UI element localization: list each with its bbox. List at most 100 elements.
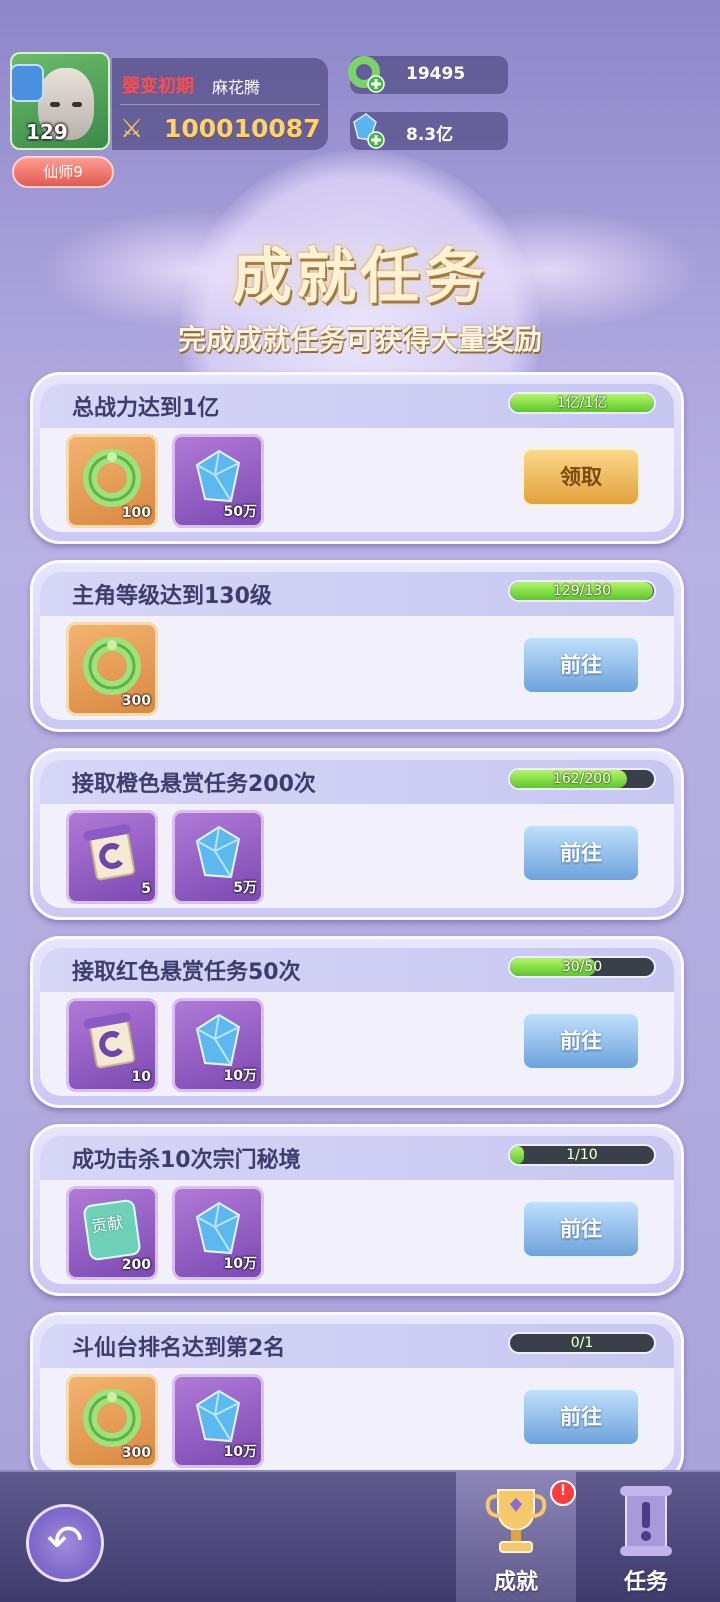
task-title: 接取橙色悬赏任务200次 bbox=[72, 772, 316, 797]
reward-item[interactable]: 50万 bbox=[172, 434, 264, 528]
reward-item[interactable]: 5 bbox=[66, 810, 158, 904]
task-card: 成功击杀10次宗门秘境 1/10 贡献 200 10万 前往 bbox=[30, 1124, 684, 1296]
player-realm: 婴变初期 bbox=[122, 76, 194, 97]
quest-scroll-icon bbox=[620, 1486, 672, 1556]
reward-count: 10 bbox=[131, 1069, 151, 1085]
gamepad-icon bbox=[12, 64, 44, 102]
player-info-panel: 婴变初期 麻花腾 ⚔ 100010087 bbox=[112, 58, 328, 150]
reward-count: 300 bbox=[121, 1445, 151, 1461]
avatar-eye bbox=[50, 102, 60, 107]
card-body: 成功击杀10次宗门秘境 1/10 贡献 200 10万 前往 bbox=[40, 1136, 674, 1284]
crystal-icon bbox=[353, 113, 385, 149]
progress-text: 1/10 bbox=[566, 1147, 598, 1163]
progress-text: 162/200 bbox=[552, 771, 612, 787]
reward-count: 10万 bbox=[223, 1068, 257, 1084]
scroll-icon bbox=[83, 1012, 136, 1069]
jade-ring-icon bbox=[83, 449, 141, 507]
task-title: 斗仙台排名达到第2名 bbox=[72, 1336, 286, 1361]
reward-count: 50万 bbox=[223, 504, 257, 520]
tab-achievements[interactable]: ! 成就 bbox=[456, 1472, 576, 1602]
task-progress-bar: 1亿/1亿 bbox=[508, 392, 656, 414]
reward-count: 200 bbox=[121, 1257, 151, 1273]
resource-value: 8.3亿 bbox=[406, 125, 454, 145]
tab-label: 成就 bbox=[493, 1570, 538, 1595]
task-title: 接取红色悬赏任务50次 bbox=[72, 960, 301, 985]
divider bbox=[120, 104, 320, 105]
page-subtitle: 完成成就任务可获得大量奖励 bbox=[177, 323, 542, 356]
go-button[interactable]: 前往 bbox=[522, 1012, 640, 1070]
reward-item[interactable]: 10 bbox=[66, 998, 158, 1092]
reward-count: 5万 bbox=[233, 880, 257, 896]
reward-item[interactable]: 300 bbox=[66, 1374, 158, 1468]
claim-button[interactable]: 领取 bbox=[522, 448, 640, 506]
task-progress-bar: 1/10 bbox=[508, 1144, 656, 1166]
card-header: 总战力达到1亿 1亿/1亿 bbox=[40, 384, 674, 428]
card-body: 斗仙台排名达到第2名 0/1 300 10万 前往 bbox=[40, 1324, 674, 1472]
resource-jade[interactable]: 19495 bbox=[348, 56, 508, 94]
notification-badge: ! bbox=[550, 1480, 576, 1506]
reward-item[interactable]: 100 bbox=[66, 434, 158, 528]
task-title: 总战力达到1亿 bbox=[72, 396, 220, 421]
jade-ring-icon bbox=[83, 637, 141, 695]
back-arrow-icon: ↶ bbox=[46, 1516, 84, 1567]
player-avatar[interactable]: 129 bbox=[10, 52, 110, 150]
reward-count: 5 bbox=[141, 881, 151, 897]
reward-item[interactable]: 贡献 200 bbox=[66, 1186, 158, 1280]
task-progress-bar: 162/200 bbox=[508, 768, 656, 790]
card-header: 斗仙台排名达到第2名 0/1 bbox=[40, 1324, 674, 1368]
tab-label: 任务 bbox=[623, 1570, 668, 1595]
card-header: 成功击杀10次宗门秘境 1/10 bbox=[40, 1136, 674, 1180]
jade-ring-icon bbox=[348, 56, 385, 93]
card-body: 主角等级达到130级 129/130 300 前往 bbox=[40, 572, 674, 720]
card-header: 接取橙色悬赏任务200次 162/200 bbox=[40, 760, 674, 804]
reward-item[interactable]: 10万 bbox=[172, 1374, 264, 1468]
jade-ring-icon bbox=[83, 1389, 141, 1447]
card-body: 接取红色悬赏任务50次 30/50 10 10万 前往 bbox=[40, 948, 674, 1096]
reward-count: 100 bbox=[121, 505, 151, 521]
player-title-badge[interactable]: 仙师9 bbox=[12, 156, 114, 188]
reward-count: 10万 bbox=[223, 1256, 257, 1272]
task-title: 成功击杀10次宗门秘境 bbox=[72, 1148, 301, 1173]
card-body: 总战力达到1亿 1亿/1亿 100 50万 领取 bbox=[40, 384, 674, 532]
reward-count: 10万 bbox=[223, 1444, 257, 1460]
task-card: 主角等级达到130级 129/130 300 前往 bbox=[30, 560, 684, 732]
task-progress-bar: 129/130 bbox=[508, 580, 656, 602]
task-progress-bar: 30/50 bbox=[508, 956, 656, 978]
player-name: 麻花腾 bbox=[212, 78, 261, 97]
go-button[interactable]: 前往 bbox=[522, 824, 640, 882]
scroll-icon bbox=[83, 824, 136, 881]
task-progress-bar: 0/1 bbox=[508, 1332, 656, 1354]
reward-item[interactable]: 10万 bbox=[172, 1186, 264, 1280]
task-card: 斗仙台排名达到第2名 0/1 300 10万 前往 bbox=[30, 1312, 684, 1484]
progress-text: 1亿/1亿 bbox=[556, 395, 608, 411]
progress-text: 30/50 bbox=[561, 959, 603, 975]
reward-item[interactable]: 10万 bbox=[172, 998, 264, 1092]
go-button[interactable]: 前往 bbox=[522, 1388, 640, 1446]
card-body: 接取橙色悬赏任务200次 162/200 5 5万 前往 bbox=[40, 760, 674, 908]
back-button[interactable]: ↶ bbox=[26, 1504, 104, 1582]
avatar-eye bbox=[72, 102, 82, 107]
task-card: 接取橙色悬赏任务200次 162/200 5 5万 前往 bbox=[30, 748, 684, 920]
card-header: 接取红色悬赏任务50次 30/50 bbox=[40, 948, 674, 992]
tab-quests[interactable]: 任务 bbox=[586, 1472, 706, 1602]
progress-text: 0/1 bbox=[570, 1335, 594, 1351]
reward-token-label: 贡献 bbox=[90, 1212, 125, 1237]
task-card: 接取红色悬赏任务50次 30/50 10 10万 前往 bbox=[30, 936, 684, 1108]
trophy-icon bbox=[485, 1489, 547, 1553]
go-button[interactable]: 前往 bbox=[522, 636, 640, 694]
go-button[interactable]: 前往 bbox=[522, 1200, 640, 1258]
task-card: 总战力达到1亿 1亿/1亿 100 50万 领取 bbox=[30, 372, 684, 544]
reward-item[interactable]: 300 bbox=[66, 622, 158, 716]
progress-text: 129/130 bbox=[552, 583, 612, 599]
player-level: 129 bbox=[26, 120, 68, 144]
resource-crystal[interactable]: 8.3亿 bbox=[350, 112, 508, 150]
reward-item[interactable]: 5万 bbox=[172, 810, 264, 904]
task-title: 主角等级达到130级 bbox=[72, 584, 272, 609]
crossed-swords-icon: ⚔ bbox=[120, 114, 144, 144]
resource-value: 19495 bbox=[406, 64, 466, 84]
card-header: 主角等级达到130级 129/130 bbox=[40, 572, 674, 616]
page-title: 成就任务 bbox=[232, 242, 488, 312]
reward-count: 300 bbox=[121, 693, 151, 709]
bottom-nav: ↶ ! 成就 任务 bbox=[0, 1470, 720, 1602]
combat-power: 100010087 bbox=[164, 114, 321, 143]
